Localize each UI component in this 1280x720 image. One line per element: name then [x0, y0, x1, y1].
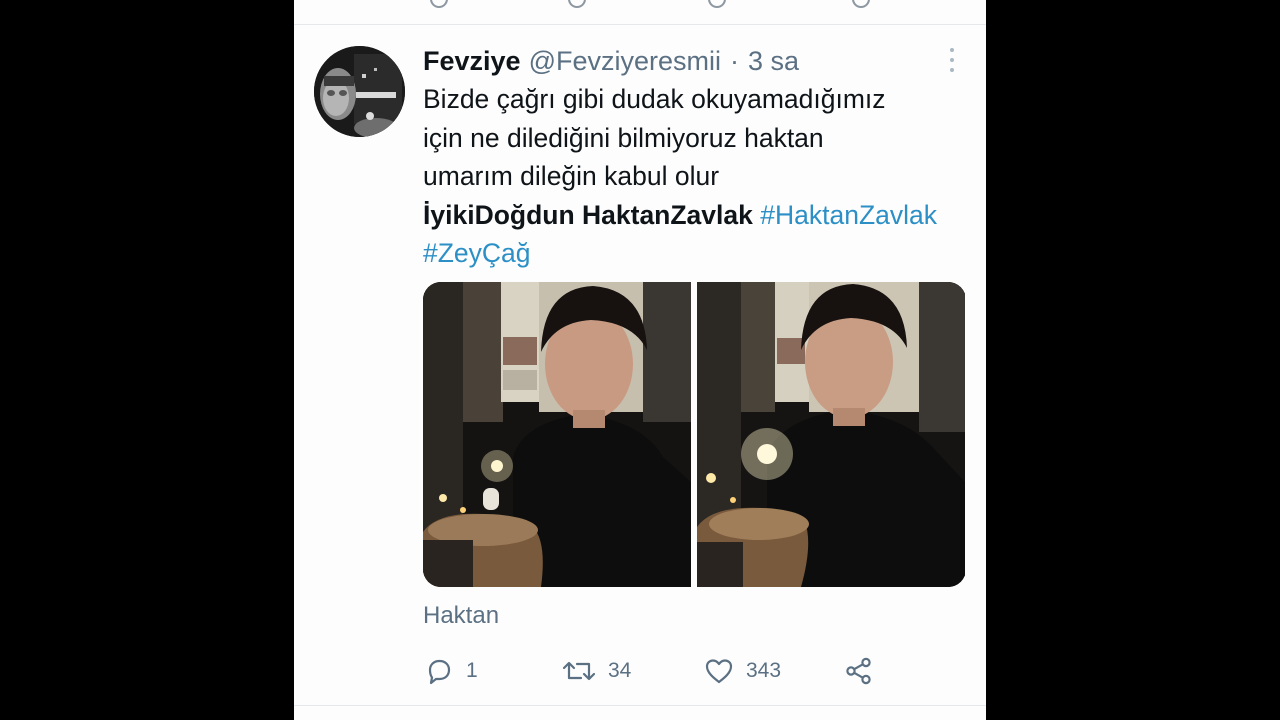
display-name[interactable]: Fevziye: [423, 46, 521, 77]
more-options-icon[interactable]: [944, 48, 960, 72]
reply-count: 1: [466, 659, 478, 682]
previous-reply-icon[interactable]: [430, 0, 448, 8]
share-icon: [846, 657, 871, 685]
hashtag-link[interactable]: #HaktanZavlak: [760, 200, 937, 230]
tweet-photo-1[interactable]: [423, 282, 691, 587]
tweet-text: Bizde çağrı gibi dudak okuyamadığımız iç…: [423, 80, 973, 273]
previous-tweet-actions: [294, 0, 986, 24]
share-button[interactable]: [844, 656, 874, 686]
retweet-count: 34: [608, 659, 632, 682]
previous-retweet-icon[interactable]: [568, 0, 586, 8]
separator-dot: ·: [730, 45, 739, 76]
tweet-text-line: umarım dileğin kabul olur: [423, 161, 720, 191]
reply-button[interactable]: 1: [424, 656, 478, 686]
retweet-icon: [562, 661, 596, 681]
heart-icon: [705, 659, 733, 684]
previous-share-icon[interactable]: [852, 0, 870, 8]
bold-phrase: İyikiDoğdun HaktanZavlak: [423, 199, 753, 230]
tweet-panel: Fevziye @Fevziyeresmii · 3 sa Bizde çağr…: [294, 0, 986, 720]
media-caption: Haktan: [423, 602, 500, 629]
retweet-button[interactable]: 34: [562, 656, 631, 686]
tweet-media: [423, 282, 966, 587]
timestamp[interactable]: 3 sa: [748, 46, 799, 77]
like-count: 343: [746, 659, 782, 682]
reply-icon: [428, 659, 451, 685]
tweet-text-line: #ZeyÇağ: [423, 234, 973, 273]
tweet-text-line: Bizde çağrı gibi dudak okuyamadığımız: [423, 84, 886, 114]
tweet-text-line: için ne dilediğini bilmiyoruz haktan: [423, 122, 824, 153]
tweet-photo-2[interactable]: [697, 282, 965, 587]
tweet-actions: 1 34 343: [294, 650, 986, 694]
bottom-divider: [294, 705, 986, 706]
hashtag-link[interactable]: #ZeyÇağ: [423, 238, 531, 268]
user-handle[interactable]: @Fevziyeresmii: [529, 46, 721, 77]
top-divider: [294, 24, 986, 25]
tweet-text-line: İyikiDoğdun HaktanZavlak #HaktanZavlak: [423, 196, 973, 235]
like-button[interactable]: 343: [704, 656, 781, 686]
tweet-header: Fevziye @Fevziyeresmii · 3 sa: [423, 44, 799, 78]
avatar[interactable]: [314, 46, 405, 137]
previous-like-icon[interactable]: [708, 0, 726, 8]
